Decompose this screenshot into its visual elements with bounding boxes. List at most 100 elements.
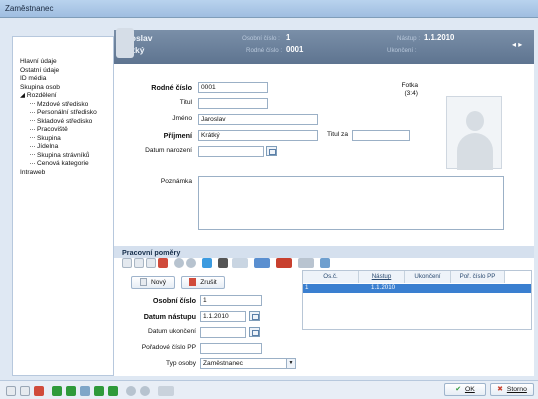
tree-item[interactable]: Skupina strávníků bbox=[20, 152, 97, 161]
header-ukonceni-label: Ukončení : bbox=[387, 47, 417, 54]
typ-osoby-select[interactable]: Zaměstnanec ▼ bbox=[200, 358, 296, 369]
tree-item[interactable]: Personální středisko bbox=[20, 109, 97, 118]
export-icon[interactable] bbox=[320, 258, 330, 268]
record-list-icon[interactable] bbox=[80, 386, 90, 396]
copy-icon[interactable] bbox=[134, 258, 144, 268]
tree-item[interactable]: Mzdové středisko bbox=[20, 101, 97, 110]
funnel-dropdown-icon[interactable] bbox=[254, 258, 270, 268]
datum-ukonceni-label: Datum ukončení bbox=[147, 328, 196, 335]
cancel-icon[interactable] bbox=[186, 258, 196, 268]
cancel-icon[interactable] bbox=[140, 386, 150, 396]
prijmeni-field[interactable]: Krátký bbox=[198, 130, 318, 141]
delete-icon[interactable] bbox=[34, 386, 44, 396]
datum-ukonceni-field[interactable] bbox=[200, 327, 246, 338]
new-doc-icon[interactable] bbox=[122, 258, 132, 268]
tree-item[interactable]: Ostatní údaje bbox=[20, 67, 97, 76]
osobni-cislo-label: Osobní číslo bbox=[152, 296, 196, 305]
novy-button[interactable]: Nový bbox=[131, 276, 175, 289]
tree-item[interactable]: ◢ Rozdělení bbox=[20, 92, 97, 101]
find-icon[interactable] bbox=[218, 258, 228, 268]
print-dropdown-icon[interactable] bbox=[158, 386, 174, 396]
header-nastup-label: Nástup : bbox=[397, 35, 421, 42]
poradove-cislo-label: Pořadové číslo PP bbox=[141, 344, 196, 351]
datum-nastupu-field[interactable]: 1.1.2010 bbox=[200, 311, 246, 322]
tree-item[interactable]: Cenová kategorie bbox=[20, 160, 97, 169]
photo-placeholder[interactable] bbox=[446, 96, 502, 170]
storno-label: Storno bbox=[506, 386, 527, 393]
avatar-icon bbox=[116, 28, 134, 58]
calendar-icon[interactable] bbox=[266, 146, 277, 156]
play-arrow-icon[interactable]: ◂ ▸ bbox=[512, 40, 522, 49]
confirm-icon[interactable] bbox=[174, 258, 184, 268]
pracovni-grid[interactable]: Os.č. Nástup Ukončení Poř. číslo PP 1 1.… bbox=[302, 270, 532, 330]
last-record-icon[interactable] bbox=[108, 386, 118, 396]
tree-item[interactable]: ID média bbox=[20, 75, 97, 84]
header-osobni-cislo: 1 bbox=[286, 33, 291, 42]
ok-button[interactable]: ✔ OK bbox=[444, 383, 486, 396]
tree-item[interactable]: Hlavní údaje bbox=[20, 58, 97, 67]
tree-item[interactable]: Skupina bbox=[20, 135, 97, 144]
edit-icon[interactable] bbox=[146, 258, 156, 268]
typ-osoby-label: Typ osoby bbox=[165, 360, 196, 367]
poznamka-field[interactable] bbox=[198, 176, 504, 230]
datum-nastupu-label: Datum nástupu bbox=[143, 312, 196, 321]
titul-za-label: Titul za bbox=[326, 131, 348, 138]
close-icon: ✖ bbox=[497, 386, 503, 393]
calendar-icon[interactable] bbox=[249, 327, 260, 337]
new-icon bbox=[139, 278, 147, 287]
tree-item[interactable]: Pracoviště bbox=[20, 126, 97, 135]
new-doc-icon[interactable] bbox=[6, 386, 16, 396]
rodne-cislo-label: Rodné číslo bbox=[151, 83, 192, 92]
grid-header-poradi[interactable]: Poř. číslo PP bbox=[451, 271, 505, 283]
pracovni-toolbar bbox=[118, 258, 518, 270]
photo-body bbox=[457, 133, 493, 170]
datum-narozeni-field[interactable] bbox=[198, 146, 264, 157]
next-record-icon[interactable] bbox=[94, 386, 104, 396]
typ-osoby-value: Zaměstnanec bbox=[203, 360, 243, 367]
filter-dropdown-icon[interactable] bbox=[232, 258, 248, 268]
rodne-cislo-field[interactable]: 0001 bbox=[198, 82, 268, 93]
table-row[interactable]: 1 1.1.2010 bbox=[303, 284, 531, 293]
poznamka-label: Poznámka bbox=[160, 178, 192, 185]
delete-icon[interactable] bbox=[158, 258, 168, 268]
prijmeni-label: Příjmení bbox=[163, 131, 192, 140]
titul-label: Titul bbox=[179, 99, 192, 106]
refresh-icon[interactable] bbox=[202, 258, 212, 268]
titul-za-field[interactable] bbox=[352, 130, 410, 141]
titul-field[interactable] bbox=[198, 98, 268, 109]
header-rodne-cislo-label: Rodné číslo : bbox=[246, 47, 283, 54]
storno-button[interactable]: ✖ Storno bbox=[490, 383, 534, 396]
novy-label: Nový bbox=[150, 279, 167, 286]
print-dropdown-icon[interactable] bbox=[298, 258, 314, 268]
grid-cell-osc: 1 bbox=[305, 284, 309, 291]
employee-header: Jaroslav Krátký Osobní číslo : 1 Rodné č… bbox=[114, 30, 534, 64]
edit-icon[interactable] bbox=[20, 386, 30, 396]
chevron-down-icon: ▼ bbox=[286, 359, 295, 368]
grid-header-osc[interactable]: Os.č. bbox=[303, 271, 359, 283]
grid-header-ukonceni[interactable]: Ukončení bbox=[405, 271, 451, 283]
prev-record-icon[interactable] bbox=[66, 386, 76, 396]
osobni-cislo-field[interactable]: 1 bbox=[200, 295, 262, 306]
grid-header-nastup[interactable]: Nástup bbox=[359, 271, 405, 283]
tree-item[interactable]: Jídelna bbox=[20, 143, 97, 152]
navigation-tree: Hlavní údaje Ostatní údaje ID média Skupina… bbox=[20, 58, 97, 177]
columns-dropdown-icon[interactable] bbox=[276, 258, 292, 268]
first-record-icon[interactable] bbox=[52, 386, 62, 396]
fotka-label: Fotka bbox=[401, 82, 419, 89]
pracovni-title: Pracovní poměry bbox=[114, 246, 534, 258]
tree-item[interactable]: Skladové středisko bbox=[20, 118, 97, 127]
zrusit-label: Zrušit bbox=[200, 279, 217, 286]
photo-head bbox=[466, 111, 484, 131]
jmeno-field[interactable]: Jaroslav bbox=[198, 114, 318, 125]
window-titlebar: Zaměstnanec bbox=[0, 0, 538, 18]
tree-item[interactable]: Skupina osob bbox=[20, 84, 97, 93]
fotka-ratio: (3:4) bbox=[404, 90, 418, 97]
calendar-icon[interactable] bbox=[249, 311, 260, 321]
header-osobni-cislo-label: Osobní číslo : bbox=[242, 35, 280, 42]
check-icon: ✔ bbox=[455, 386, 461, 393]
tree-item[interactable]: Intraweb bbox=[20, 169, 97, 178]
window-title: Zaměstnanec bbox=[5, 4, 54, 13]
zrusit-button[interactable]: Zrušit bbox=[181, 276, 225, 289]
poradove-cislo-field[interactable] bbox=[200, 343, 262, 354]
confirm-icon[interactable] bbox=[126, 386, 136, 396]
